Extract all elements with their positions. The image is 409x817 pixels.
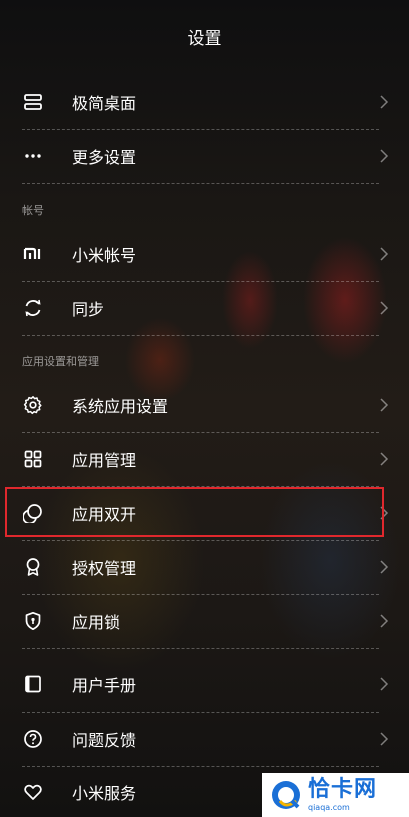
- settings-item-label: 应用锁: [72, 613, 121, 632]
- section-header-account: 帐号: [22, 204, 44, 217]
- settings-item-sync[interactable]: 同步: [22, 281, 389, 336]
- chevron-right-icon: [380, 732, 389, 746]
- watermark-url: qiaqa.com: [308, 802, 350, 812]
- dual-app-icon: [22, 502, 44, 524]
- settings-item-label: 用户手册: [72, 676, 137, 695]
- watermark-logo-icon: [272, 781, 300, 809]
- watermark: 恰卡网 qiaqa.com: [262, 773, 409, 817]
- settings-item-dual-apps[interactable]: 应用双开: [22, 486, 389, 541]
- chevron-right-icon: [380, 95, 389, 109]
- settings-item-user-manual[interactable]: 用户手册: [22, 656, 389, 713]
- settings-item-system-apps[interactable]: 系统应用设置: [22, 378, 389, 433]
- settings-item-label: 极简桌面: [72, 94, 137, 113]
- chevron-right-icon: [380, 452, 389, 466]
- settings-item-label: 应用管理: [72, 451, 137, 470]
- layout-icon: [22, 91, 44, 113]
- settings-item-permissions[interactable]: 授权管理: [22, 540, 389, 595]
- settings-screen: 设置 极简桌面 更多设置 帐号 小米帐号 同步 应用设置和管理 系统应用设置 应…: [0, 0, 409, 817]
- settings-item-label: 同步: [72, 300, 105, 319]
- badge-icon: [22, 556, 44, 578]
- mi-logo-icon: [22, 243, 44, 265]
- settings-item-label: 授权管理: [72, 559, 137, 578]
- settings-item-label: 系统应用设置: [72, 397, 169, 416]
- chevron-right-icon: [380, 614, 389, 628]
- gear-icon: [22, 394, 44, 416]
- page-title-text: 设置: [187, 28, 222, 49]
- settings-item-app-management[interactable]: 应用管理: [22, 432, 389, 487]
- shield-lock-icon: [22, 610, 44, 632]
- chevron-right-icon: [380, 398, 389, 412]
- settings-item-minimal-desktop[interactable]: 极简桌面: [22, 75, 389, 130]
- section-header-apps: 应用设置和管理: [22, 355, 99, 368]
- heart-icon: [22, 781, 44, 803]
- chevron-right-icon: [380, 301, 389, 315]
- watermark-title: 恰卡网: [308, 776, 378, 802]
- settings-item-label: 问题反馈: [72, 731, 137, 750]
- chevron-right-icon: [380, 677, 389, 691]
- page-title: 设置: [0, 0, 409, 72]
- settings-item-label: 小米帐号: [72, 246, 137, 265]
- settings-item-more-settings[interactable]: 更多设置: [22, 129, 389, 184]
- settings-item-app-lock[interactable]: 应用锁: [22, 594, 389, 649]
- settings-item-mi-account[interactable]: 小米帐号: [22, 227, 389, 282]
- book-icon: [22, 673, 44, 695]
- chevron-right-icon: [380, 506, 389, 520]
- chevron-right-icon: [380, 149, 389, 163]
- chevron-right-icon: [380, 247, 389, 261]
- sync-icon: [22, 297, 44, 319]
- grid-icon: [22, 448, 44, 470]
- settings-item-label: 更多设置: [72, 148, 137, 167]
- more-dots-icon: [22, 145, 44, 167]
- settings-item-label: 应用双开: [72, 505, 137, 524]
- question-icon: [22, 728, 44, 750]
- settings-item-feedback[interactable]: 问题反馈: [22, 712, 389, 767]
- chevron-right-icon: [380, 560, 389, 574]
